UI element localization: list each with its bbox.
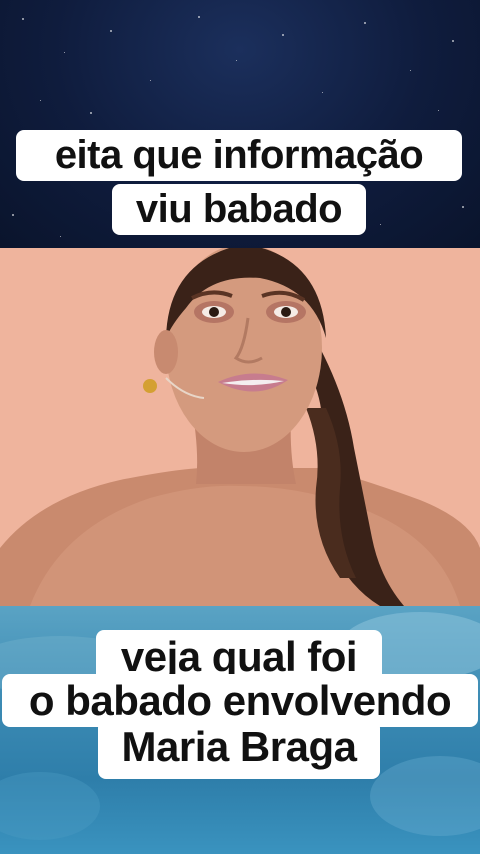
caption-top-line-2: viu babado: [112, 184, 366, 236]
woman-illustration: [0, 248, 480, 606]
video-still-woman-speaking: [0, 248, 480, 606]
caption-top-line-1: eita que informação: [16, 130, 462, 182]
video-frame: eita que informação viu babado veja qual…: [0, 0, 480, 854]
caption-bottom-line-3: Maria Braga: [98, 720, 380, 780]
